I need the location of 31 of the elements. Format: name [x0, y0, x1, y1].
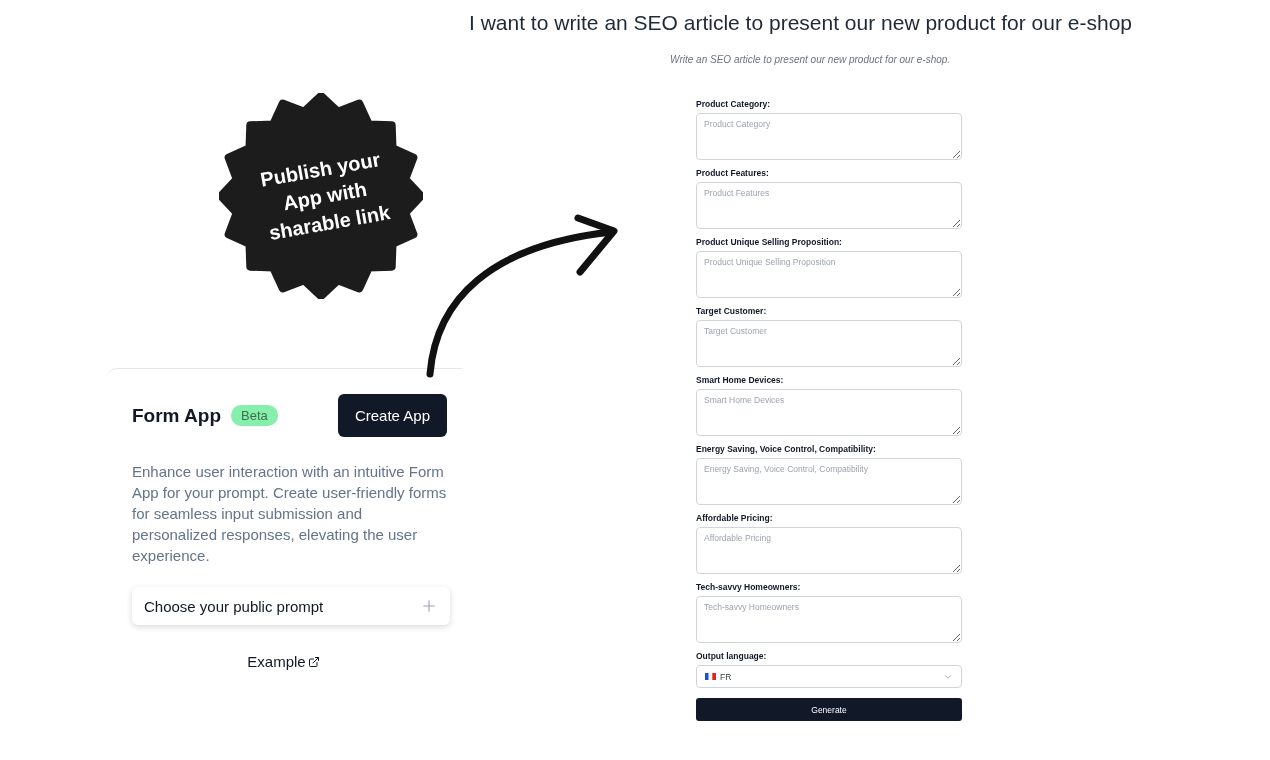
field-label: Target Customer:	[696, 306, 768, 316]
flag-icon	[705, 673, 716, 680]
card-title: Form App	[132, 404, 221, 427]
text-area[interactable]: Product Category	[696, 113, 962, 160]
card-description: Enhance user interaction with an intuitive Form App for your prompt. Create user-friendly forms for seamless input submission and personalized responses, elevating the user experience.	[132, 462, 448, 566]
text-area[interactable]: Product Features	[696, 182, 962, 229]
language-select[interactable]: FR	[696, 665, 962, 688]
beta-tag: Beta	[231, 405, 278, 426]
field-label: Tech-savvy Homeowners:	[696, 582, 802, 592]
field-label: Product Unique Selling Proposition:	[696, 237, 843, 247]
text-area[interactable]: Target Customer	[696, 320, 962, 367]
text-area[interactable]: Affordable Pricing	[696, 527, 962, 574]
badge-text: Publish your App with sharable link	[257, 146, 393, 246]
text-area[interactable]: Energy Saving, Voice Control, Compatibility	[696, 458, 962, 505]
text-area[interactable]: Product Unique Selling Proposition	[696, 251, 962, 298]
field-label: Product Features:	[696, 168, 770, 178]
example-link[interactable]: Example	[247, 653, 320, 670]
field-label: Smart Home Devices:	[696, 375, 785, 385]
field-label: Energy Saving, Voice Control, Compatibility:	[696, 444, 877, 454]
page-heading: I want to write an SEO article to present our new product for our e-shop	[469, 11, 1132, 35]
prompt-subtitle: Write an SEO article to present our new product for our e-shop.	[670, 54, 951, 65]
field-label: Affordable Pricing:	[696, 513, 774, 523]
generate-button[interactable]: Generate	[696, 698, 962, 721]
plus-icon	[420, 597, 438, 615]
text-area[interactable]: Smart Home Devices	[696, 389, 962, 436]
external-link-icon	[307, 655, 320, 668]
create-app-button[interactable]: Create App	[337, 394, 447, 437]
text-area[interactable]: Tech-savvy Homeowners	[696, 596, 962, 643]
prompt-picker[interactable]: Choose your public prompt	[132, 587, 450, 625]
field-label: Output language:	[696, 651, 768, 661]
field-label: Product Category:	[696, 99, 772, 109]
